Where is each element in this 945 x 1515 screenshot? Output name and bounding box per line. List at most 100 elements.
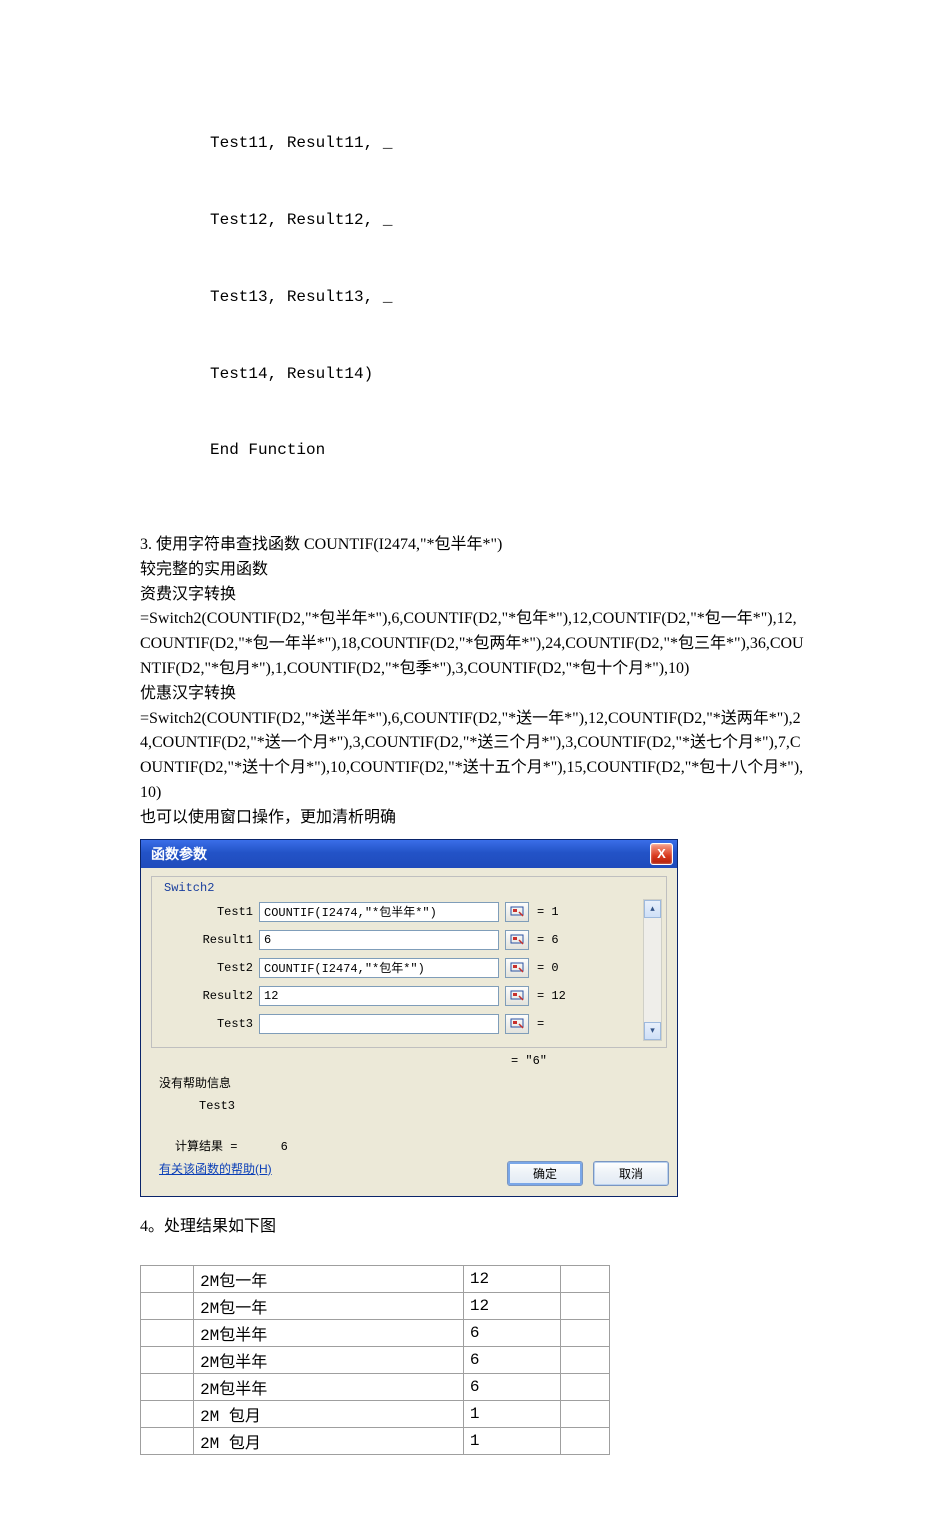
cell-empty: [141, 1293, 194, 1320]
overall-result: = "6": [151, 1054, 667, 1068]
chevron-up-icon: ▴: [650, 903, 655, 914]
cell-empty: [560, 1320, 609, 1347]
text-line: 资费汉字转换: [140, 583, 805, 608]
code-block: Test11, Result11, _ Test12, Result12, _ …: [210, 80, 805, 515]
table-row: 2M包半年6: [141, 1374, 610, 1401]
table-row: 2M包一年12: [141, 1266, 610, 1293]
param-result: =: [537, 1017, 544, 1031]
cell-empty: [141, 1266, 194, 1293]
table-row: 2M包一年12: [141, 1293, 610, 1320]
cell-value: 1: [463, 1401, 560, 1428]
param-input-result2[interactable]: [259, 986, 499, 1006]
param-label: Result1: [158, 933, 259, 947]
param-result: = 1: [537, 905, 559, 919]
cell-name: 2M 包月: [194, 1401, 464, 1428]
param-label: Test3: [158, 1017, 259, 1031]
cell-empty: [560, 1401, 609, 1428]
selected-param-name: Test3: [199, 1099, 667, 1113]
range-selector-button[interactable]: [505, 930, 529, 950]
cell-empty: [141, 1401, 194, 1428]
formula-text: =Switch2(COUNTIF(D2,"*包半年*"),6,COUNTIF(D…: [140, 607, 805, 681]
range-selector-button[interactable]: [505, 902, 529, 922]
cell-name: 2M 包月: [194, 1428, 464, 1455]
param-label: Test1: [158, 905, 259, 919]
cell-name: 2M包半年: [194, 1347, 464, 1374]
range-selector-button[interactable]: [505, 958, 529, 978]
text-line: 较完整的实用函数: [140, 558, 805, 583]
range-selector-icon: [510, 990, 524, 1002]
result-table: 2M包一年122M包一年122M包半年62M包半年62M包半年62M 包月12M…: [140, 1265, 610, 1455]
formula-text: =Switch2(COUNTIF(D2,"*送半年*"),6,COUNTIF(D…: [140, 707, 805, 806]
param-result: = 0: [537, 961, 559, 975]
cell-empty: [560, 1428, 609, 1455]
cell-value: 6: [463, 1320, 560, 1347]
function-name-label: Switch2: [164, 881, 660, 895]
close-button[interactable]: X: [650, 843, 673, 865]
range-selector-button[interactable]: [505, 986, 529, 1006]
cell-name: 2M包半年: [194, 1320, 464, 1347]
code-line: Test12, Result12, _: [210, 208, 805, 234]
cell-empty: [560, 1266, 609, 1293]
table-row: 2M包半年6: [141, 1347, 610, 1374]
range-selector-icon: [510, 1018, 524, 1030]
params-group: Switch2 Test1 = 1 Result1 = 6: [151, 876, 667, 1048]
range-selector-icon: [510, 906, 524, 918]
param-input-test1[interactable]: [259, 902, 499, 922]
close-icon: X: [657, 846, 666, 861]
calc-result-label: 计算结果 =: [175, 1140, 237, 1154]
chevron-down-icon: ▾: [650, 1025, 655, 1036]
code-line: Test13, Result13, _: [210, 285, 805, 311]
param-row: Test2 = 0: [158, 955, 660, 981]
param-row: Result2 = 12: [158, 983, 660, 1009]
section3-heading: 3. 使用字符串查找函数 COUNTIF(I2474,"*包半年*"): [140, 533, 805, 558]
text-line: 优惠汉字转换: [140, 682, 805, 707]
calc-result-line: 计算结果 = 6: [175, 1137, 667, 1154]
cell-empty: [560, 1293, 609, 1320]
range-selector-button[interactable]: [505, 1014, 529, 1034]
scroll-up-button[interactable]: ▴: [644, 900, 661, 918]
cell-value: 12: [463, 1293, 560, 1320]
cell-name: 2M包一年: [194, 1293, 464, 1320]
cell-value: 1: [463, 1428, 560, 1455]
cell-name: 2M包半年: [194, 1374, 464, 1401]
param-input-test2[interactable]: [259, 958, 499, 978]
table-row: 2M 包月1: [141, 1428, 610, 1455]
function-arguments-dialog: 函数参数 X Switch2 Test1 = 1 Result1: [140, 839, 678, 1197]
section4-heading: 4。处理结果如下图: [140, 1215, 805, 1240]
cell-empty: [141, 1320, 194, 1347]
cell-value: 6: [463, 1374, 560, 1401]
dialog-titlebar[interactable]: 函数参数 X: [141, 840, 677, 868]
param-result: = 6: [537, 933, 559, 947]
cell-name: 2M包一年: [194, 1266, 464, 1293]
code-line: End Function: [210, 438, 805, 464]
param-row: Test1 = 1: [158, 899, 660, 925]
param-row: Test3 =: [158, 1011, 660, 1037]
params-scrollbar[interactable]: ▴ ▾: [643, 899, 662, 1041]
code-line: Test11, Result11, _: [210, 131, 805, 157]
text-line: 也可以使用窗口操作，更加清析明确: [140, 806, 805, 831]
code-line: Test14, Result14): [210, 362, 805, 388]
range-selector-icon: [510, 962, 524, 974]
cell-empty: [560, 1374, 609, 1401]
param-row: Result1 = 6: [158, 927, 660, 953]
cell-empty: [560, 1347, 609, 1374]
param-label: Result2: [158, 989, 259, 1003]
result-table-wrap: 2M包一年122M包一年122M包半年62M包半年62M包半年62M 包月12M…: [140, 1265, 805, 1455]
cell-empty: [141, 1374, 194, 1401]
table-row: 2M包半年6: [141, 1320, 610, 1347]
cell-empty: [141, 1428, 194, 1455]
range-selector-icon: [510, 934, 524, 946]
scroll-down-button[interactable]: ▾: [644, 1022, 661, 1040]
no-help-text: 没有帮助信息: [159, 1074, 667, 1091]
param-result: = 12: [537, 989, 566, 1003]
calc-result-value: 6: [281, 1140, 288, 1154]
dialog-title: 函数参数: [151, 844, 650, 864]
cell-value: 6: [463, 1347, 560, 1374]
table-row: 2M 包月1: [141, 1401, 610, 1428]
function-help-link[interactable]: 有关该函数的帮助(H): [159, 1162, 272, 1176]
param-input-test3[interactable]: [259, 1014, 499, 1034]
param-input-result1[interactable]: [259, 930, 499, 950]
cell-value: 12: [463, 1266, 560, 1293]
cell-empty: [141, 1347, 194, 1374]
param-label: Test2: [158, 961, 259, 975]
